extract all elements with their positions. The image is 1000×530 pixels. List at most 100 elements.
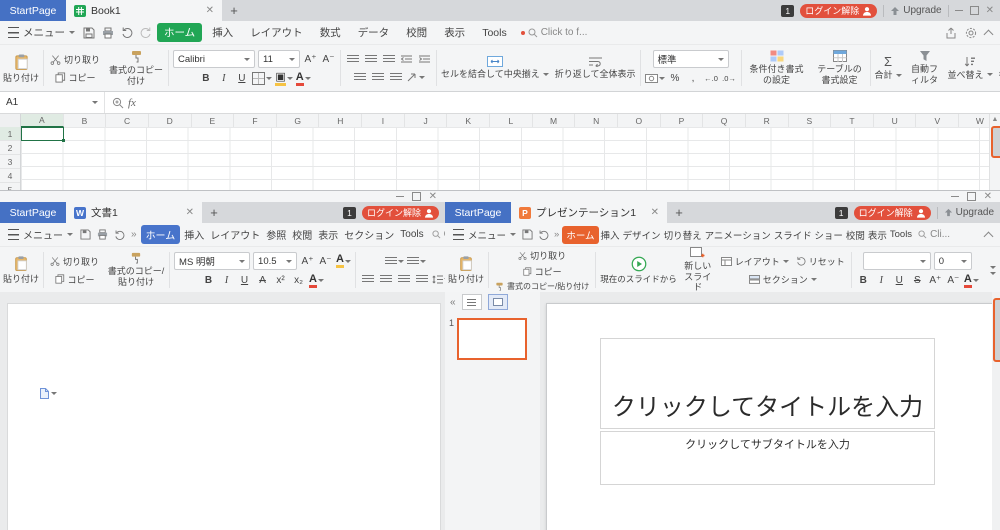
spreadsheet-doc-tab[interactable]: Book1 ✕ <box>66 0 222 21</box>
logout-button[interactable]: ログイン解除 <box>362 206 439 220</box>
borders-button[interactable] <box>252 71 272 86</box>
print-button[interactable] <box>95 229 110 240</box>
ribbon-search[interactable]: Click to f... <box>521 27 588 38</box>
font-size-select[interactable]: 11 <box>258 50 300 68</box>
bold-button[interactable]: B <box>856 273 871 288</box>
undo-button[interactable] <box>112 230 127 240</box>
close-window-icon[interactable]: ✕ <box>429 192 437 202</box>
format-button[interactable]: 書式 <box>996 45 1000 91</box>
startpage-tab[interactable]: StartPage <box>0 0 66 21</box>
ribbon-tab-transitions[interactable]: 切り替え <box>663 226 703 244</box>
column-header[interactable]: H <box>319 114 362 127</box>
minimize-icon[interactable] <box>951 196 959 197</box>
formula-input[interactable] <box>143 92 1000 113</box>
ribbon-search[interactable]: Cli... <box>918 229 950 240</box>
comma-style-button[interactable]: , <box>686 71 701 86</box>
new-slide-button[interactable]: 新しいスライド <box>680 247 716 293</box>
section-button[interactable]: セクション <box>747 272 819 287</box>
ribbon-tab-tools[interactable]: Tools <box>398 227 425 242</box>
column-header[interactable]: E <box>192 114 235 127</box>
italic-button[interactable]: I <box>874 273 889 288</box>
ribbon-tab-insert[interactable]: 挿入 <box>205 23 240 42</box>
ribbon-tab-tools[interactable]: Tools <box>889 227 913 242</box>
column-header[interactable]: B <box>64 114 107 127</box>
column-header[interactable]: I <box>362 114 405 127</box>
page-marker[interactable] <box>40 388 57 399</box>
line-spacing-button[interactable] <box>432 272 445 287</box>
scrollbar-thumb[interactable] <box>991 126 1000 158</box>
ribbon-tab-formulas[interactable]: 数式 <box>313 23 348 42</box>
column-header[interactable]: O <box>618 114 661 127</box>
ribbon-tab-review[interactable]: 校閲 <box>845 226 866 244</box>
decrease-font-button[interactable]: A⁻ <box>946 273 961 288</box>
copy-button[interactable]: コピー <box>521 264 564 279</box>
layout-button[interactable]: レイアウト <box>719 254 791 269</box>
ribbon-tab-tools[interactable]: Tools <box>475 25 514 41</box>
upgrade-button[interactable]: Upgrade <box>944 207 994 218</box>
ribbon-tab-home[interactable]: ホーム <box>141 225 181 244</box>
ribbon-tab-home[interactable]: ホーム <box>157 23 202 42</box>
fx-icon[interactable]: fx <box>128 97 136 109</box>
superscript-button[interactable]: x² <box>273 273 288 288</box>
close-tab-icon[interactable]: ✕ <box>206 5 214 16</box>
maximize-icon[interactable] <box>970 6 979 15</box>
row-header[interactable]: 4 <box>0 169 20 183</box>
italic-button[interactable]: I <box>216 71 231 86</box>
increase-font-button[interactable]: A⁺ <box>300 254 315 269</box>
minimize-icon[interactable] <box>955 10 963 11</box>
fill-color-button[interactable]: ▣ <box>275 71 292 86</box>
writer-doc-tab[interactable]: W 文書1 ✕ <box>66 202 202 223</box>
format-painter-button[interactable]: 書式のコピー付け <box>105 45 167 91</box>
ribbon-tab-insert[interactable]: 挿入 <box>182 225 206 244</box>
sum-button[interactable]: Σ 合計 <box>872 45 905 91</box>
bold-button[interactable]: B <box>198 71 213 86</box>
increase-font-button[interactable]: A⁺ <box>928 273 943 288</box>
align-right-button[interactable] <box>389 70 404 85</box>
column-header[interactable]: A <box>21 114 64 127</box>
underline-button[interactable]: U <box>237 273 252 288</box>
save-button[interactable] <box>81 27 97 39</box>
cut-button[interactable]: 切り取り <box>48 52 102 67</box>
ribbon-tab-layout[interactable]: レイアウト <box>208 225 262 244</box>
paste-button[interactable]: 貼り付け <box>0 247 42 293</box>
ribbon-tab-animations[interactable]: アニメーション <box>704 226 772 244</box>
format-painter-button[interactable]: 書式のコピー/貼り付け <box>493 280 591 293</box>
align-top-button[interactable] <box>345 52 360 67</box>
align-left-button[interactable] <box>353 70 368 85</box>
minimize-icon[interactable] <box>396 196 404 197</box>
subscript-button[interactable]: x₂ <box>291 273 306 288</box>
align-right-button[interactable] <box>396 272 411 287</box>
align-justify-button[interactable] <box>414 272 429 287</box>
font-name-select[interactable]: Calibri <box>173 50 255 68</box>
ribbon-tab-review[interactable]: 校閲 <box>399 23 434 42</box>
align-middle-button[interactable] <box>363 52 378 67</box>
bold-button[interactable]: B <box>201 273 216 288</box>
slide-thumbnail[interactable] <box>457 318 527 360</box>
ribbon-tab-layout[interactable]: レイアウト <box>243 23 310 42</box>
column-header[interactable]: C <box>106 114 149 127</box>
row-header[interactable]: 3 <box>0 155 20 169</box>
currency-button[interactable] <box>645 71 665 86</box>
undo-button[interactable] <box>536 230 551 240</box>
decrease-font-button[interactable]: A⁻ <box>318 254 333 269</box>
paste-button[interactable]: 貼り付け <box>445 247 487 293</box>
collapse-panel-icon[interactable]: « <box>450 297 456 308</box>
ribbon-tab-design[interactable]: デザイン <box>622 226 662 244</box>
merge-center-button[interactable]: セルを結合して中央揃え <box>438 45 552 91</box>
column-header[interactable]: Q <box>703 114 746 127</box>
column-header[interactable]: K <box>447 114 490 127</box>
underline-button[interactable]: U <box>892 273 907 288</box>
scroll-up-icon[interactable]: ▲ <box>990 114 1000 124</box>
new-tab-button[interactable]: + <box>222 0 246 21</box>
wrap-text-button[interactable]: 折り返して全体表示 <box>552 45 639 91</box>
share-icon[interactable] <box>945 27 957 39</box>
subtitle-placeholder[interactable]: クリックしてサブタイトルを入力 <box>600 431 935 485</box>
autofilter-button[interactable]: 自動フィルタ <box>905 45 945 91</box>
new-tab-button[interactable]: + <box>202 202 226 223</box>
row-header[interactable]: 2 <box>0 141 20 155</box>
ribbon-tab-section[interactable]: セクション <box>342 225 396 244</box>
row-header[interactable]: 5 <box>0 183 20 190</box>
number-format-select[interactable]: 標準 <box>653 50 729 68</box>
font-size-select[interactable]: 10.5 <box>253 252 297 270</box>
maximize-icon[interactable] <box>967 192 976 201</box>
